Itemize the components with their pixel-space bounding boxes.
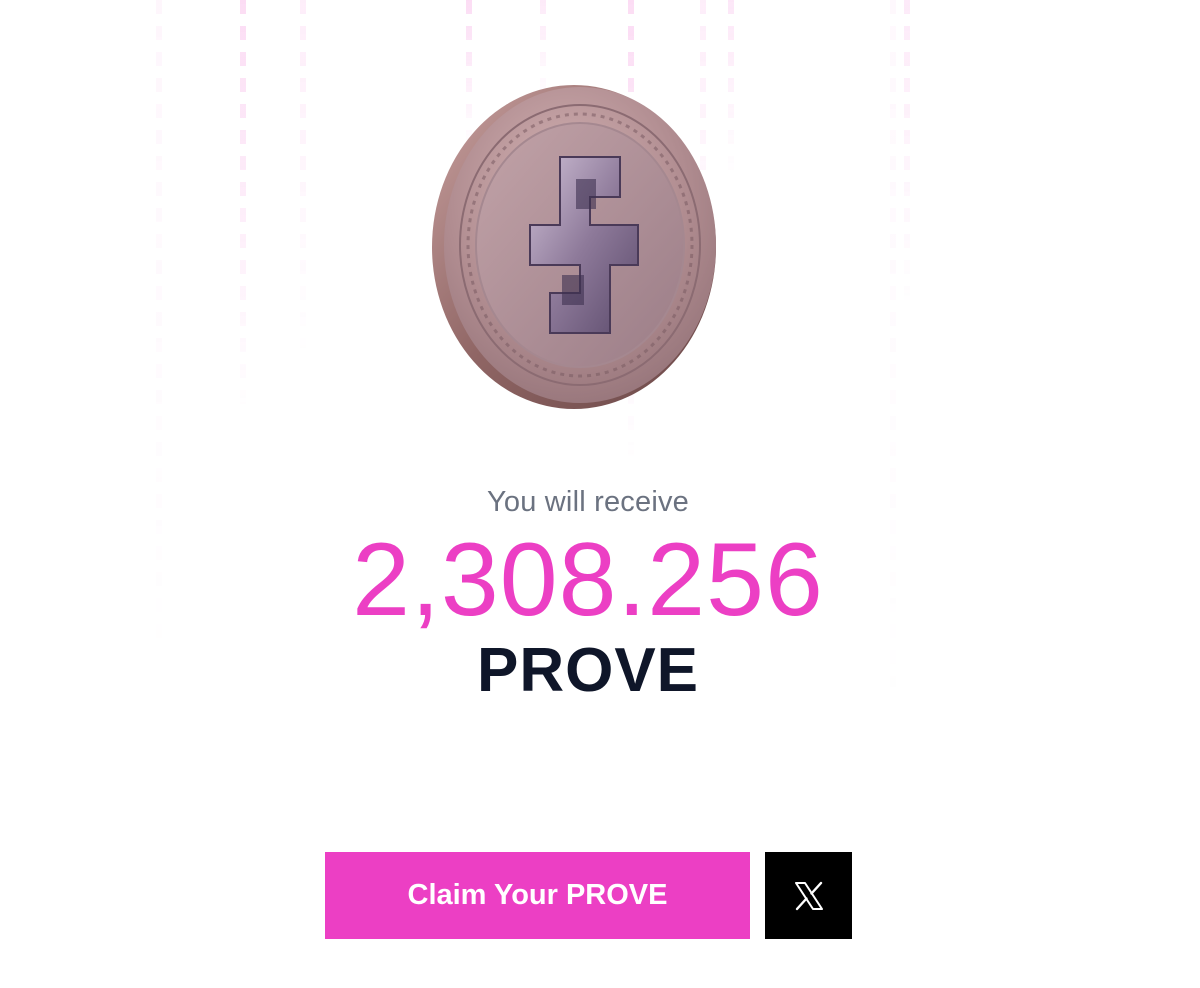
claim-button[interactable]: Claim Your PROVE xyxy=(325,852,750,939)
receive-label: You will receive xyxy=(486,486,689,518)
reward-amount: 2,308.256 xyxy=(352,522,824,638)
token-symbol: PROVE xyxy=(476,636,700,705)
claim-button-label: Claim Your PROVE xyxy=(407,879,668,911)
claim-page: You will receive 2,308.256 PROVE Claim Y… xyxy=(0,0,1200,988)
x-logo-icon xyxy=(794,881,823,910)
succinct-coin-icon xyxy=(432,85,716,409)
coin-illustration xyxy=(428,82,724,412)
share-on-x-button[interactable] xyxy=(765,852,852,939)
